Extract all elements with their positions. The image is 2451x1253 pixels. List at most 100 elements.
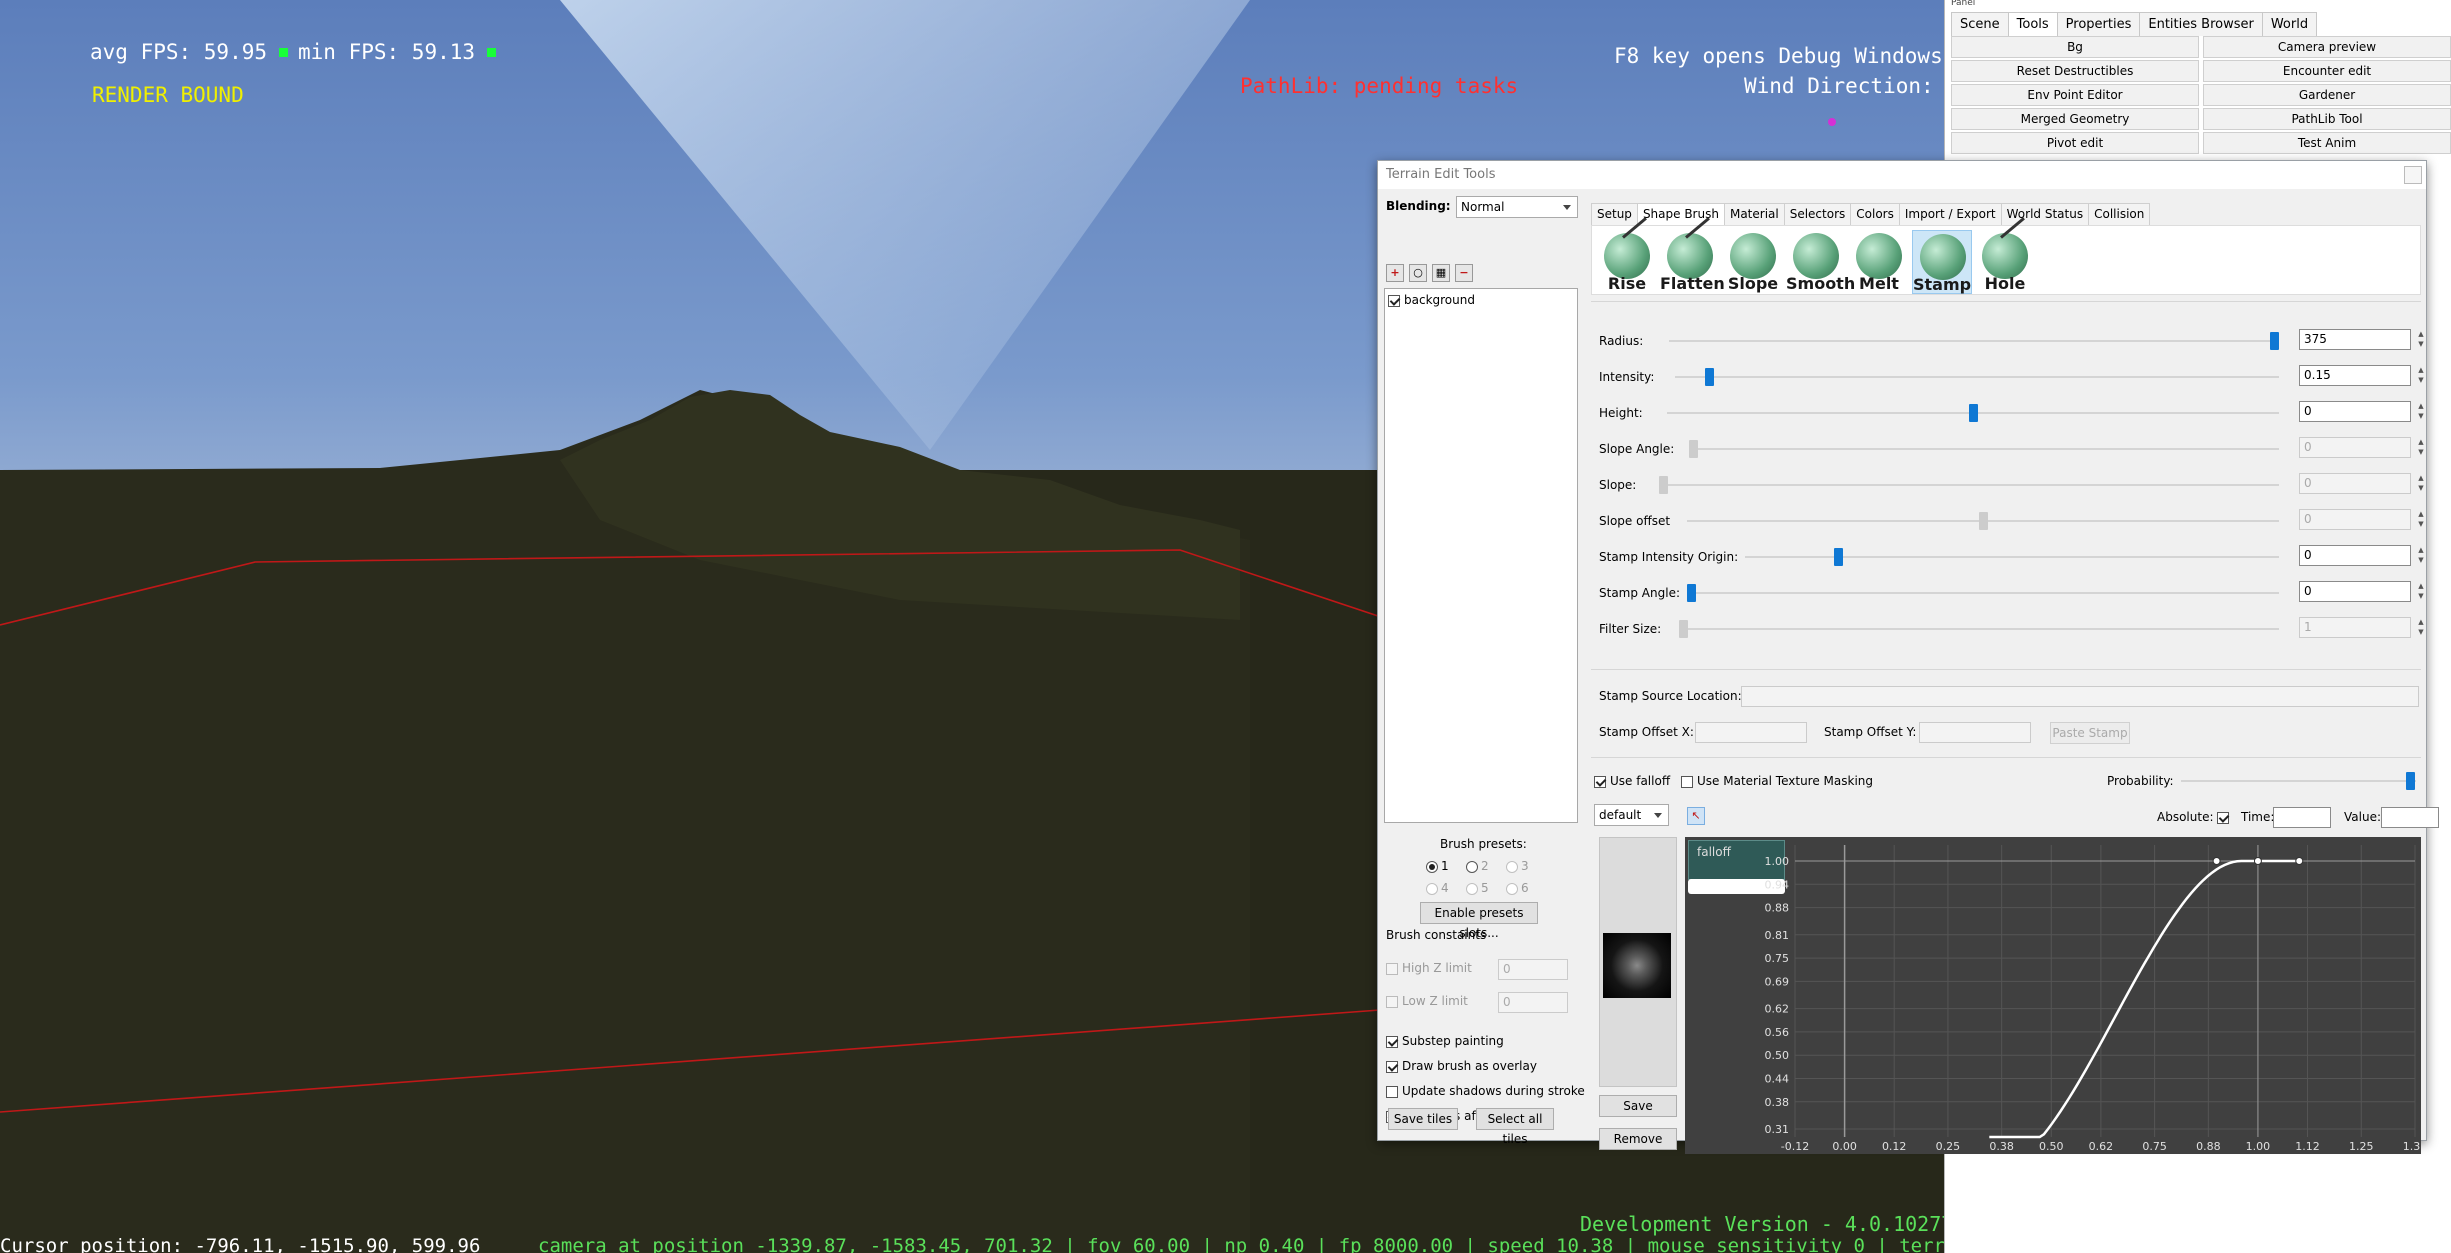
param-spin-icon[interactable]: ▲ ▼ (2415, 581, 2427, 602)
param-value-input[interactable]: 0.15 (2299, 365, 2411, 386)
layer-list[interactable]: background (1384, 288, 1578, 823)
tab-setup[interactable]: Setup (1591, 203, 1638, 225)
param-spin-icon[interactable]: ▲ ▼ (2415, 617, 2427, 638)
tool-env-point-editor-button[interactable]: Env Point Editor (1951, 84, 2199, 106)
brush-slope-button[interactable]: Slope (1723, 230, 1783, 294)
param-spin-icon[interactable]: ▲ ▼ (2415, 545, 2427, 566)
param-spin-icon[interactable]: ▲ ▼ (2415, 401, 2427, 422)
layer-checkbox[interactable] (1388, 294, 1400, 307)
update-shadows-check[interactable] (1386, 1085, 1398, 1098)
param-value-input[interactable]: 0 (2299, 509, 2411, 530)
blending-select[interactable]: Normal (1456, 196, 1578, 218)
stamp-offset-y-input[interactable] (1919, 722, 2031, 743)
brush-stamp-button[interactable]: Stamp (1912, 230, 1972, 294)
draw-overlay-checkbox[interactable]: Draw brush as overlay (1386, 1059, 1537, 1073)
tab-world-status[interactable]: World Status (2000, 203, 2090, 225)
tool-merged-geometry-button[interactable]: Merged Geometry (1951, 108, 2199, 130)
param-slider[interactable] (2270, 332, 2279, 350)
tab-tools[interactable]: Tools (2007, 12, 2058, 38)
preset-5[interactable]: 5 (1466, 881, 1489, 895)
tab-selectors[interactable]: Selectors (1783, 203, 1852, 225)
param-slider[interactable] (1689, 440, 1698, 458)
select-all-tiles-button[interactable]: Select all tiles (1476, 1108, 1554, 1146)
param-value-input[interactable]: 0 (2299, 581, 2411, 602)
tool-test-anim-button[interactable]: Test Anim (2203, 132, 2451, 154)
low-z-input[interactable]: 0 (1498, 992, 1568, 1013)
tab-collision[interactable]: Collision (2088, 203, 2151, 225)
circle-icon[interactable]: ○ (1409, 264, 1427, 282)
tab-properties[interactable]: Properties (2056, 12, 2141, 36)
probability-slider[interactable] (2406, 772, 2415, 790)
curve-editor[interactable]: falloff -0.12 0.00 0.12 0.25 0.38 0.50 0.62 0.7… (1685, 837, 2421, 1154)
param-value-input[interactable]: 0 (2299, 473, 2411, 494)
paste-stamp-button[interactable]: Paste Stamp (2050, 722, 2130, 744)
brush-hole-button[interactable]: Hole (1975, 217, 2035, 294)
param-spin-icon[interactable]: ▲ ▼ (2415, 329, 2427, 350)
save-tiles-button[interactable]: Save tiles (1388, 1108, 1458, 1130)
curve-remove-button[interactable]: Remove (1599, 1128, 1677, 1150)
tab-world[interactable]: World (2261, 12, 2318, 36)
param-spin-icon[interactable]: ▲ ▼ (2415, 509, 2427, 530)
param-value-input[interactable]: 0 (2299, 545, 2411, 566)
curve-graph[interactable]: -0.12 0.00 0.12 0.25 0.38 0.50 0.62 0.75 0.88 1.0… (1685, 837, 2421, 1154)
preset-radio-1[interactable] (1426, 860, 1438, 873)
draw-overlay-check[interactable] (1386, 1060, 1398, 1073)
param-value-input[interactable]: 0 (2299, 437, 2411, 458)
param-slider[interactable] (1834, 548, 1844, 566)
preset-3[interactable]: 3 (1506, 859, 1529, 873)
param-slider[interactable] (1687, 584, 1696, 602)
preset-radio-4[interactable] (1426, 882, 1438, 895)
absolute-check[interactable] (2217, 811, 2230, 824)
param-value-input[interactable]: 375 (2299, 329, 2411, 350)
param-value-input[interactable]: 1 (2299, 617, 2411, 638)
tab-colors[interactable]: Colors (1850, 203, 1900, 225)
add-icon[interactable]: + (1386, 264, 1404, 282)
remove-icon[interactable]: − (1455, 264, 1473, 282)
use-falloff-checkbox[interactable]: Use falloff (1594, 774, 1670, 788)
tab-shape-brush[interactable]: Shape Brush (1636, 203, 1725, 225)
substep-checkbox[interactable]: Substep painting (1386, 1034, 1504, 1048)
preset-1[interactable]: 1 (1426, 859, 1449, 873)
high-z-checkbox[interactable]: High Z limit (1386, 961, 1472, 975)
tool-encounter-edit-button[interactable]: Encounter edit (2203, 60, 2451, 82)
curve-control-point[interactable] (2253, 857, 2262, 865)
value-input[interactable] (2381, 807, 2439, 828)
grid-icon[interactable]: ▦ (1432, 264, 1450, 282)
tool-camera-preview-button[interactable]: Camera preview (2203, 36, 2451, 58)
tool-gardener-button[interactable]: Gardener (2203, 84, 2451, 106)
list-item[interactable]: background (1388, 293, 1475, 307)
absolute-label[interactable]: Absolute: (2157, 810, 2233, 824)
param-spin-icon[interactable]: ▲ ▼ (2415, 365, 2427, 386)
preset-radio-5[interactable] (1466, 882, 1478, 895)
param-slider[interactable] (1968, 404, 1978, 422)
curve-pick-icon[interactable]: ↖ (1687, 807, 1705, 825)
low-z-check[interactable] (1386, 995, 1398, 1008)
brush-smooth-button[interactable]: Smooth (1786, 230, 1855, 294)
brush-flatten-button[interactable]: Flatten (1660, 217, 1725, 294)
param-slider[interactable] (1679, 620, 1688, 638)
preset-radio-3[interactable] (1506, 860, 1518, 873)
low-z-checkbox[interactable]: Low Z limit (1386, 994, 1468, 1008)
curve-preset-select[interactable]: default (1594, 804, 1669, 826)
preset-2[interactable]: 2 (1466, 859, 1489, 873)
tab-material[interactable]: Material (1723, 203, 1785, 225)
curve-save-button[interactable]: Save (1599, 1095, 1677, 1117)
use-material-mask-checkbox[interactable]: Use Material Texture Masking (1681, 774, 1873, 788)
tab-entities-browser[interactable]: Entities Browser (2139, 12, 2263, 36)
preset-radio-2[interactable] (1466, 860, 1478, 873)
param-value-input[interactable]: 0 (2299, 401, 2411, 422)
use-falloff-check[interactable] (1594, 775, 1606, 788)
high-z-check[interactable] (1386, 962, 1398, 975)
stamp-source-input[interactable] (1741, 686, 2419, 707)
param-spin-icon[interactable]: ▲ ▼ (2415, 437, 2427, 458)
update-shadows-checkbox[interactable]: Update shadows during stroke (1386, 1084, 1585, 1098)
time-input[interactable] (2273, 807, 2331, 828)
param-spin-icon[interactable]: ▲ ▼ (2415, 473, 2427, 494)
tool-pivot-edit-button[interactable]: Pivot edit (1951, 132, 2199, 154)
tab-import-export[interactable]: Import / Export (1898, 203, 2002, 225)
high-z-input[interactable]: 0 (1498, 959, 1568, 980)
use-material-mask-check[interactable] (1681, 775, 1693, 788)
substep-check[interactable] (1386, 1035, 1398, 1048)
curve-control-point[interactable] (2295, 857, 2304, 865)
enable-presets-button[interactable]: Enable presets slots... (1420, 902, 1538, 940)
